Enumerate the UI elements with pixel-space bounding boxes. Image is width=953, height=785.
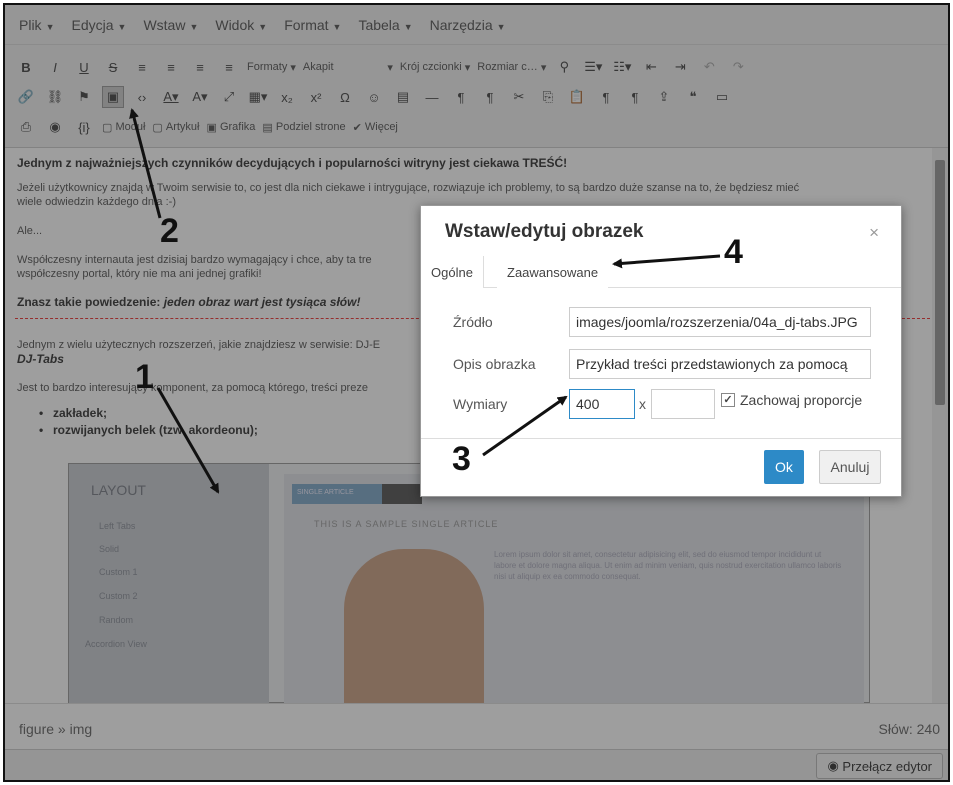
arrow-4 — [612, 254, 721, 269]
arrow-1 — [156, 387, 220, 494]
arrow-3 — [482, 395, 568, 457]
callout-4: 4 — [724, 233, 743, 271]
arrow-2 — [129, 108, 162, 219]
callout-3: 3 — [452, 440, 471, 478]
callout-1: 1 — [135, 358, 154, 396]
callout-2: 2 — [160, 212, 179, 250]
